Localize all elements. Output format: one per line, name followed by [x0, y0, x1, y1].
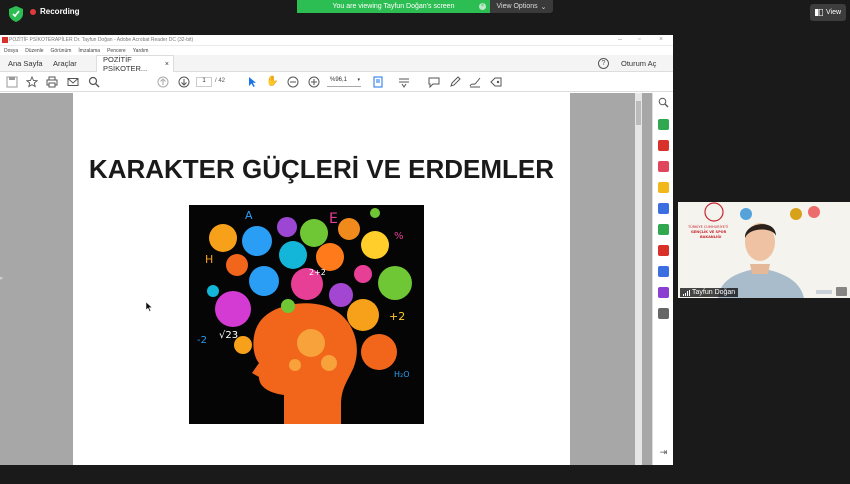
window-title: POZİTİF PSİKOTERAPİLER Dr. Tayfun Doğan … — [9, 37, 194, 43]
menu-item-sign[interactable]: İmzalama — [78, 48, 100, 54]
participant-video[interactable]: TÜRKİYE CUMHURİYETİ GENÇLİK VE SPOR BAKA… — [678, 202, 850, 298]
view-button[interactable]: View — [810, 4, 846, 21]
zoom-in-icon[interactable] — [308, 76, 320, 88]
acrobat-app-icon — [2, 37, 8, 43]
page-number-input[interactable]: 1 — [196, 77, 212, 87]
video-options-icon[interactable] — [836, 287, 847, 296]
scroll-mode-icon[interactable] — [398, 76, 410, 88]
zoom-top-bar: Recording You are viewing Tayfun Doğan's… — [0, 0, 850, 30]
participant-avatar: TÜRKİYE CUMHURİYETİ GENÇLİK VE SPOR BAKA… — [678, 202, 850, 298]
tab-home[interactable]: Ana Sayfa — [8, 55, 43, 72]
menu-item-file[interactable]: Dosya — [4, 48, 18, 54]
viewing-banner-text: You are viewing Tayfun Doğan's screen — [332, 3, 455, 10]
close-tab-icon[interactable]: × — [165, 61, 169, 68]
svg-text:H: H — [205, 253, 213, 266]
svg-text:%: % — [394, 231, 404, 242]
fill-sign-icon[interactable] — [490, 76, 502, 88]
view-layout-icon — [814, 9, 823, 16]
page-layout-icon[interactable] — [373, 76, 385, 88]
chevron-down-icon: ▾ — [357, 77, 360, 83]
zoom-out-icon[interactable] — [287, 76, 299, 88]
print-icon[interactable] — [46, 76, 58, 88]
save-icon[interactable] — [6, 76, 18, 88]
pdf-page: KARAKTER GÜÇLERİ VE ERDEMLER A E % H +2 … — [73, 93, 570, 465]
recording-indicator[interactable]: Recording — [30, 7, 80, 16]
svg-text:A: A — [245, 209, 253, 222]
help-icon[interactable]: ? — [598, 58, 609, 69]
scrollbar-thumb[interactable] — [636, 101, 641, 125]
close-icon[interactable]: × — [479, 3, 486, 10]
menu-item-window[interactable]: Pencere — [107, 48, 126, 54]
menu-item-help[interactable]: Yardım — [133, 48, 149, 54]
tools-pane: ⇥ — [652, 93, 673, 465]
svg-text:√23: √23 — [219, 330, 238, 341]
fill-sign-tool-icon[interactable] — [658, 245, 669, 256]
tab-tools[interactable]: Araçlar — [53, 55, 77, 72]
tab-document[interactable]: POZİTİF PSİKOTER... × — [96, 55, 174, 73]
svg-text:E: E — [329, 211, 338, 227]
window-titlebar: POZİTİF PSİKOTERAPİLER Dr. Tayfun Doğan … — [0, 35, 673, 46]
search-icon[interactable] — [88, 76, 100, 88]
head-silhouette-icon: A E % H +2 √23 -2 2+2 H₂O — [189, 205, 424, 424]
vertical-scrollbar[interactable] — [635, 93, 642, 465]
menu-bar: Dosya Düzenle Görünüm İmzalama Pencere Y… — [0, 46, 673, 55]
collapse-pane-icon[interactable]: ⇥ — [658, 447, 669, 458]
signal-strength-icon — [683, 289, 690, 296]
recording-label: Recording — [40, 7, 80, 16]
close-window-icon[interactable]: × — [659, 36, 663, 43]
sign-in-button[interactable]: Oturum Aç — [621, 59, 656, 68]
expand-left-icon[interactable]: ▸ — [0, 274, 4, 282]
zoom-level-value: %96,1 — [330, 77, 348, 83]
document-view[interactable]: KARAKTER GÜÇLERİ VE ERDEMLER A E % H +2 … — [0, 93, 652, 465]
protect-icon[interactable] — [658, 266, 669, 277]
svg-text:+2: +2 — [389, 310, 405, 323]
more-tools-icon[interactable] — [658, 308, 669, 319]
maximize-icon[interactable]: ▫ — [638, 36, 640, 43]
participant-name-tag: Tayfun Doğan — [680, 288, 739, 297]
comment-tool-icon[interactable] — [658, 182, 669, 193]
comment-icon[interactable] — [428, 76, 440, 88]
minimize-icon[interactable]: – — [618, 36, 622, 43]
page-total: / 42 — [215, 78, 226, 84]
svg-text:TÜRKİYE CUMHURİYETİ: TÜRKİYE CUMHURİYETİ — [687, 224, 728, 229]
view-button-label: View — [825, 9, 842, 16]
select-cursor-icon[interactable] — [246, 76, 258, 88]
tab-document-label: POZİTİF PSİKOTER... — [103, 55, 148, 73]
record-dot-icon — [30, 8, 36, 15]
svg-text:2+2: 2+2 — [309, 268, 326, 277]
sign-icon[interactable] — [469, 76, 481, 88]
svg-text:GENÇLİK VE SPOR: GENÇLİK VE SPOR — [691, 229, 727, 234]
svg-text:H₂O: H₂O — [394, 370, 410, 379]
slide-title: KARAKTER GÜÇLERİ VE ERDEMLER — [88, 154, 555, 184]
head-illustration-image: A E % H +2 √23 -2 2+2 H₂O — [189, 205, 424, 424]
star-icon[interactable] — [26, 76, 38, 88]
send-for-signature-icon[interactable] — [658, 287, 669, 298]
svg-text:BAKANLIĞI: BAKANLIĞI — [700, 234, 721, 239]
participant-name: Tayfun Doğan — [692, 289, 736, 296]
combine-files-icon[interactable] — [658, 203, 669, 214]
email-icon[interactable] — [67, 76, 79, 88]
viewing-screen-banner: You are viewing Tayfun Doğan's screen × — [297, 0, 490, 13]
acrobat-window: POZİTİF PSİKOTERAPİLER Dr. Tayfun Doğan … — [0, 35, 673, 465]
create-pdf-icon[interactable] — [658, 140, 669, 151]
zoom-level-select[interactable]: %96,1 ▾ — [327, 77, 361, 87]
menu-item-edit[interactable]: Düzenle — [25, 48, 43, 54]
next-page-icon[interactable] — [178, 76, 190, 88]
chevron-down-icon: ⌄ — [540, 3, 547, 11]
view-options-label: View Options — [496, 3, 538, 10]
menu-item-view[interactable]: Görünüm — [51, 48, 72, 54]
edit-pdf-icon[interactable] — [658, 161, 669, 172]
hand-tool-icon[interactable]: ✋ — [266, 76, 278, 88]
acrobat-toolbar: 1 / 42 ✋ %96,1 ▾ — [0, 72, 673, 92]
svg-text:-2: -2 — [197, 335, 207, 346]
export-pdf-icon[interactable] — [658, 119, 669, 130]
search-zoom-icon[interactable] — [658, 97, 669, 108]
tab-bar: Ana Sayfa Araçlar POZİTİF PSİKOTER... × … — [0, 55, 673, 73]
highlight-pen-icon[interactable] — [449, 76, 461, 88]
organize-pages-icon[interactable] — [658, 224, 669, 235]
previous-page-icon[interactable] — [157, 76, 169, 88]
view-options-button[interactable]: View Options ⌄ — [490, 0, 553, 13]
security-shield-icon[interactable] — [9, 6, 23, 22]
mouse-cursor-icon — [146, 302, 153, 312]
